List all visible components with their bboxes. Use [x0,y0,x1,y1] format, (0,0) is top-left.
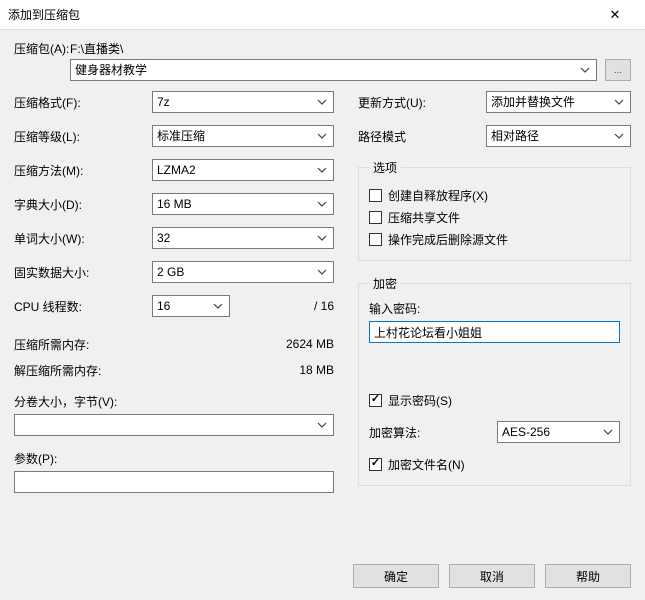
mem-decompress-value: 18 MB [299,363,334,377]
sfx-label: 创建自释放程序(X) [388,187,488,204]
level-label: 压缩等级(L): [14,128,152,145]
shared-checkbox[interactable] [369,211,382,224]
cpu-label: CPU 线程数: [14,298,152,315]
level-combo[interactable]: 标准压缩 [152,125,334,147]
window-title: 添加到压缩包 [8,6,80,23]
cancel-button[interactable]: 取消 [449,564,535,588]
split-combo[interactable] [14,414,334,436]
mem-compress-label: 压缩所需内存: [14,336,89,353]
archive-path: F:\直播类\ [70,40,123,57]
cpu-total: / 16 [314,299,334,313]
delete-label: 操作完成后删除源文件 [388,231,508,248]
delete-checkbox[interactable] [369,233,382,246]
shared-label: 压缩共享文件 [388,209,460,226]
archive-name-combo[interactable]: 健身器材教学 [70,59,597,81]
mem-decompress-label: 解压缩所需内存: [14,362,101,379]
ok-button[interactable]: 确定 [353,564,439,588]
right-column: 更新方式(U): 添加并替换文件 路径模式 相对路径 选项 创建自释放程序(X)… [358,91,631,500]
solid-label: 固实数据大小: [14,264,152,281]
left-column: 压缩格式(F): 7z 压缩等级(L): 标准压缩 压缩方法(M): LZMA2… [14,91,334,500]
pathmode-label: 路径模式 [358,128,486,145]
format-combo[interactable]: 7z [152,91,334,113]
cpu-combo[interactable]: 16 [152,295,230,317]
enc-algo-label: 加密算法: [369,424,497,441]
help-button[interactable]: 帮助 [545,564,631,588]
update-label: 更新方式(U): [358,94,486,111]
browse-button[interactable]: ... [605,59,631,81]
show-password-label: 显示密码(S) [388,392,452,409]
footer: 确定 取消 帮助 [353,564,631,588]
pathmode-combo[interactable]: 相对路径 [486,125,631,147]
archive-label: 压缩包(A): [14,40,70,57]
sfx-checkbox[interactable] [369,189,382,202]
dict-label: 字典大小(D): [14,196,152,213]
method-label: 压缩方法(M): [14,162,152,179]
word-combo[interactable]: 32 [152,227,334,249]
title-bar: 添加到压缩包 ✕ [0,0,645,30]
params-input[interactable] [14,471,334,493]
encryption-group: 加密 输入密码: 显示密码(S) 加密算法: AES-256 加密文件名(N) [358,275,631,486]
dict-combo[interactable]: 16 MB [152,193,334,215]
mem-compress-value: 2624 MB [286,337,334,351]
password-label: 输入密码: [369,300,620,317]
close-icon[interactable]: ✕ [593,0,637,29]
method-combo[interactable]: LZMA2 [152,159,334,181]
show-password-checkbox[interactable] [369,394,382,407]
enc-algo-combo[interactable]: AES-256 [497,421,620,443]
options-group: 选项 创建自释放程序(X) 压缩共享文件 操作完成后删除源文件 [358,159,631,261]
dialog-content: 压缩包(A): F:\直播类\ 健身器材教学 ... 压缩格式(F): 7z 压… [0,30,645,600]
update-combo[interactable]: 添加并替换文件 [486,91,631,113]
password-input[interactable] [369,321,620,343]
encrypt-names-label: 加密文件名(N) [388,456,465,473]
solid-combo[interactable]: 2 GB [152,261,334,283]
encrypt-names-checkbox[interactable] [369,458,382,471]
split-label: 分卷大小，字节(V): [14,393,334,410]
encryption-legend: 加密 [369,275,401,292]
word-label: 单词大小(W): [14,230,152,247]
options-legend: 选项 [369,159,401,176]
format-label: 压缩格式(F): [14,94,152,111]
params-label: 参数(P): [14,450,334,467]
